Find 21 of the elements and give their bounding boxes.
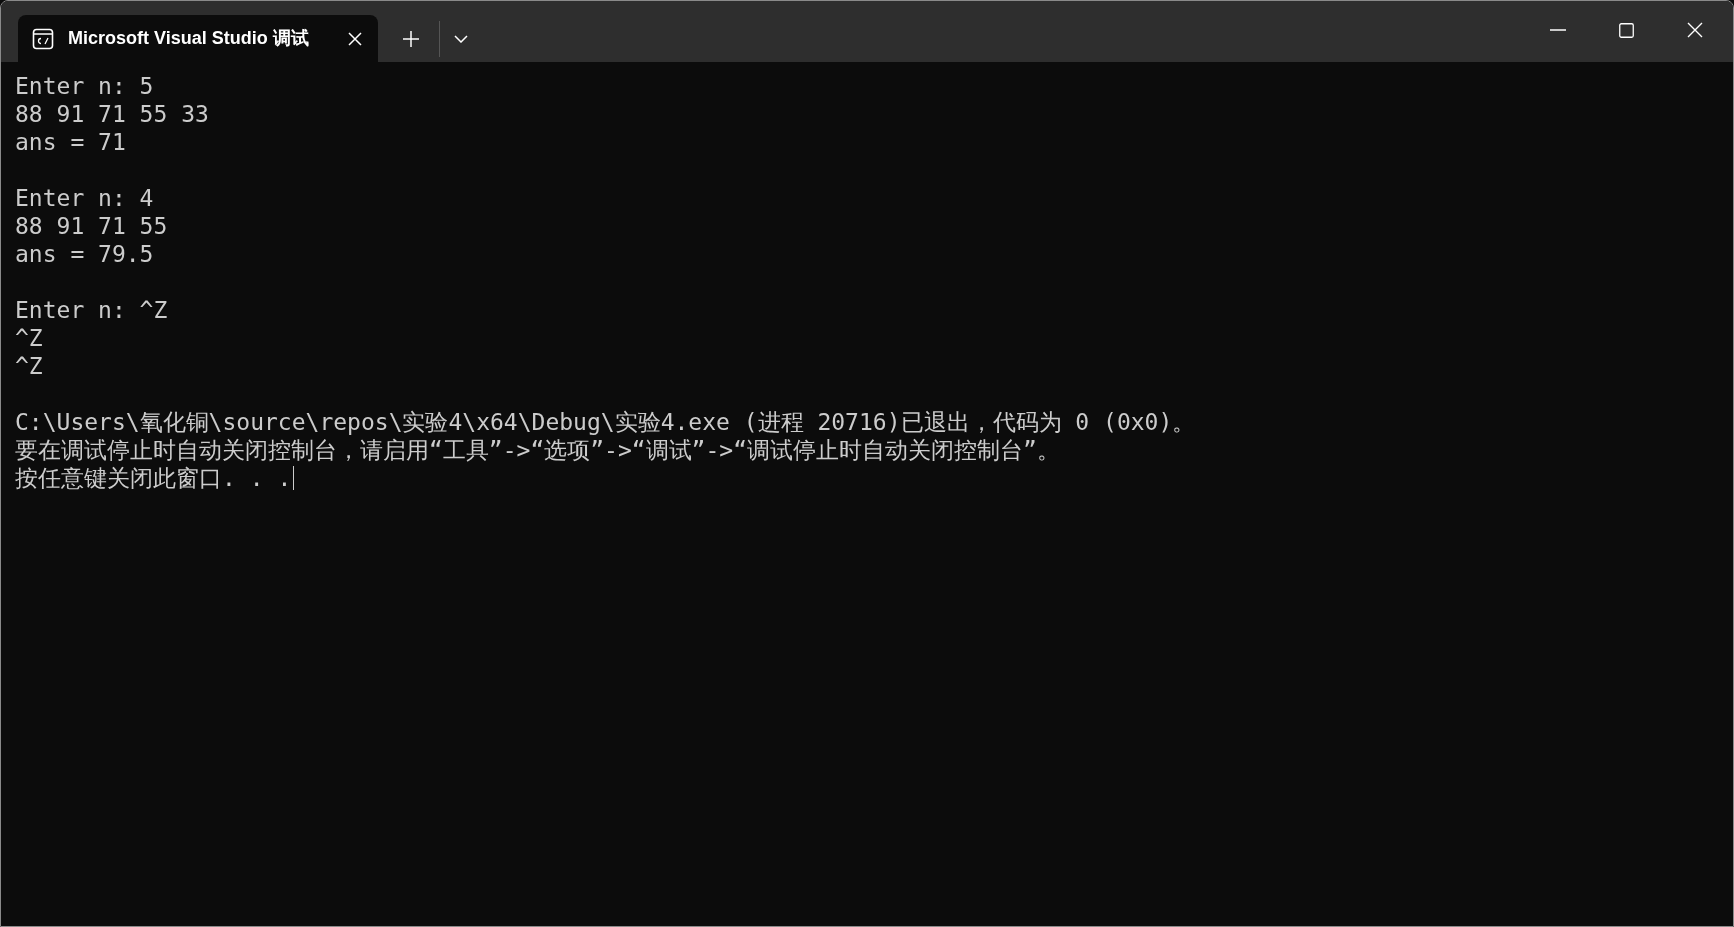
maximize-icon[interactable] [1619,22,1634,38]
chevron-down-icon[interactable] [454,34,468,43]
console-line: ans = 71 [15,128,126,156]
console-line: 按任意键关闭此窗口. . . [15,464,292,492]
console-line: ^Z [15,324,43,352]
console-line: ans = 79.5 [15,240,154,268]
plus-icon[interactable] [403,30,419,47]
console-icon [32,27,54,50]
console-line: 88 91 71 55 33 [15,100,209,128]
close-icon[interactable] [348,31,362,46]
console-line: Enter n: 5 [15,72,154,100]
text-cursor [293,466,295,490]
tab[interactable]: Microsoft Visual Studio 调试 [18,15,378,62]
tab-title: Microsoft Visual Studio 调试 [68,27,309,50]
close-icon[interactable] [1687,22,1703,38]
console-line: C:\Users\氧化铜\source\repos\实验4\x64\Debug\实验4.exe (进程 20716)已退出，代码为 0 (0x0)。 [15,408,1196,436]
console-line: 要在调试停止时自动关闭控制台，请启用“工具”->“选项”->“调试”->“调试停止时自动关闭控制台”。 [15,436,1060,464]
console-line: 88 91 71 55 [15,212,168,240]
console-line: ^Z [15,352,43,380]
console-line: Enter n: 4 [15,184,154,212]
console-line: Enter n: ^Z [15,296,168,324]
